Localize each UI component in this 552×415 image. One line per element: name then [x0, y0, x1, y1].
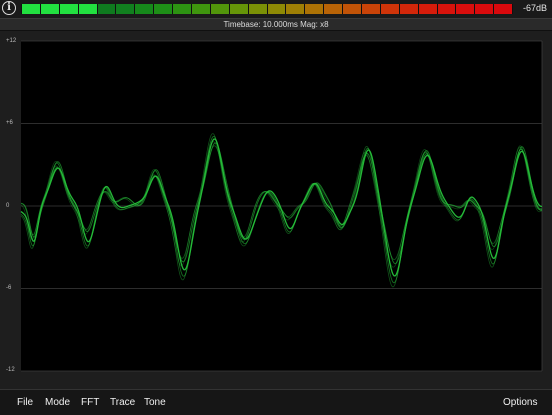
meter-segment	[116, 4, 135, 14]
meter-segment	[267, 4, 286, 14]
fft-button[interactable]: FFT	[81, 397, 99, 408]
meter-segment	[380, 4, 399, 14]
scope-canvas[interactable]	[0, 31, 552, 389]
meter-segment	[97, 4, 116, 14]
level-meter	[21, 4, 513, 14]
meter-segment	[343, 4, 362, 14]
mode-button[interactable]: Mode	[45, 397, 70, 408]
bottom-toolbar: File Mode FFT Trace Tone Options	[0, 389, 552, 415]
db-readout: -67dB	[522, 3, 547, 13]
trace-button[interactable]: Trace	[110, 397, 135, 408]
oscilloscope-display[interactable]: +12 +6 0 -6 -12	[0, 31, 552, 389]
meter-segment	[154, 4, 173, 14]
meter-segment	[229, 4, 248, 14]
options-button[interactable]: Options	[503, 397, 537, 408]
meter-segment	[248, 4, 267, 14]
meter-segment	[192, 4, 210, 14]
meter-segment	[399, 4, 418, 14]
meter-segment	[362, 4, 380, 14]
meter-segment	[494, 4, 513, 14]
meter-segment	[286, 4, 305, 14]
meter-segment	[173, 4, 192, 14]
meter-segment	[59, 4, 78, 14]
meter-segment	[78, 4, 97, 14]
meter-segment	[324, 4, 343, 14]
y-label-plus-6: +6	[6, 120, 13, 126]
y-label-zero: 0	[6, 203, 10, 209]
tone-button[interactable]: Tone	[144, 397, 166, 408]
meter-segment	[210, 4, 229, 14]
y-label-minus-6: -6	[6, 285, 12, 291]
meter-segment	[418, 4, 437, 14]
meter-segment	[305, 4, 324, 14]
info-icon[interactable]: i	[2, 1, 16, 15]
meter-segment	[40, 4, 59, 14]
meter-segment	[437, 4, 456, 14]
y-label-minus-12: -12	[6, 367, 15, 373]
top-bar: i -67dB	[0, 0, 552, 18]
file-button[interactable]: File	[17, 397, 33, 408]
y-label-plus-12: +12	[6, 38, 17, 44]
timebase-status: Timebase: 10.000ms Mag: x8	[0, 18, 552, 31]
meter-segment	[475, 4, 494, 14]
meter-segment	[22, 4, 40, 14]
meter-segment	[456, 4, 475, 14]
meter-segment	[135, 4, 154, 14]
